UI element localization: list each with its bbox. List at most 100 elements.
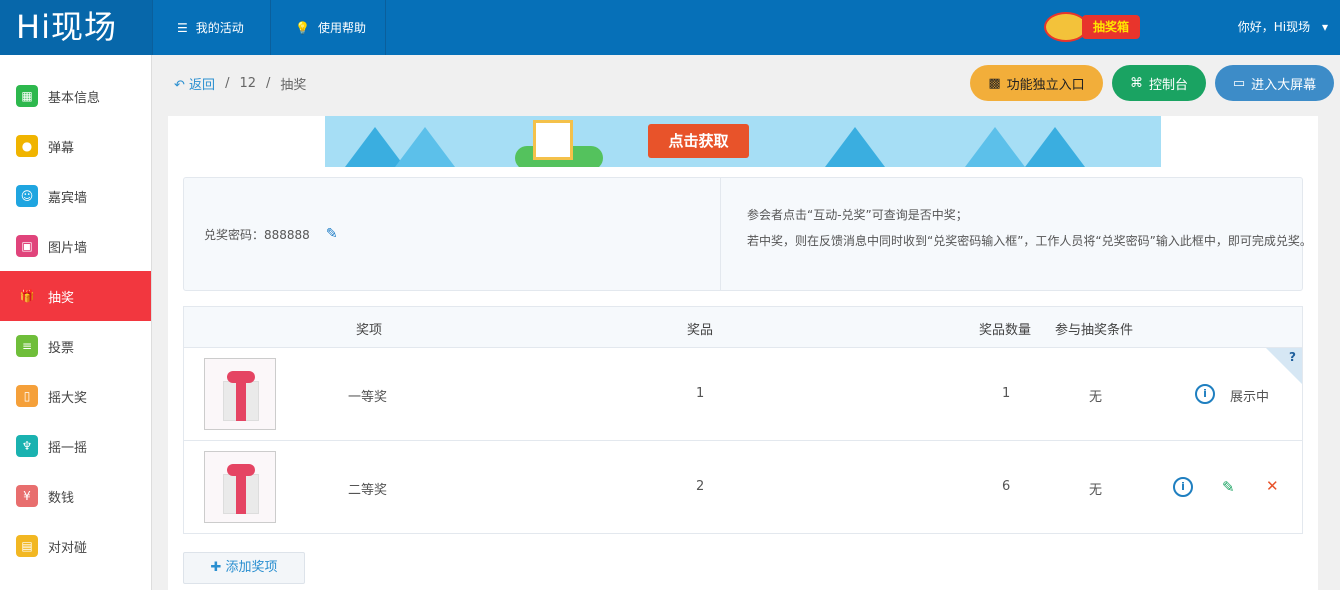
- command-icon: ⌘: [1129, 75, 1143, 91]
- sidebar-item-basic-info[interactable]: ▦ 基本信息: [0, 71, 151, 121]
- plus-icon: ✚: [210, 560, 222, 575]
- sidebar-item-shake-prize[interactable]: ▯ 摇大奖: [0, 371, 151, 421]
- qrcode-icon: ▩: [988, 75, 1001, 91]
- column-header-award: 奖项: [356, 323, 383, 338]
- prize-quantity: 6: [1002, 479, 1011, 494]
- back-label: 返回: [189, 78, 216, 93]
- nav-help[interactable]: 💡 使用帮助: [270, 0, 386, 55]
- user-greeting-menu[interactable]: 你好，Hi现场 ▾: [1238, 0, 1328, 55]
- redeem-code-section: 兑奖密码：888888 ✎: [184, 178, 721, 290]
- user-icon: ☺: [16, 185, 38, 207]
- delete-x-icon[interactable]: ✕: [1266, 477, 1279, 495]
- breadcrumb-separator: /: [225, 76, 230, 91]
- column-header-condition: 参与抽奖条件: [1055, 323, 1134, 338]
- mountain-shape: [965, 127, 1025, 167]
- big-screen-button[interactable]: ▭ 进入大屏幕: [1215, 65, 1334, 101]
- bow-shape: [227, 371, 255, 383]
- content-panel: 点击获取 兑奖密码：888888 ✎ 参会者点击“互动-兑奖”可查询是否中奖； …: [168, 116, 1318, 590]
- sidebar-item-label: 弹幕: [48, 140, 75, 156]
- caret-down-icon: ▾: [1321, 20, 1328, 34]
- mountain-shape: [395, 127, 455, 167]
- list-icon: ☰: [177, 20, 188, 35]
- prize-image[interactable]: [204, 451, 276, 523]
- edit-pencil-icon[interactable]: ✎: [326, 226, 338, 242]
- sidebar-item-shake[interactable]: ♆ 摇一摇: [0, 421, 151, 471]
- ribbon-shape: [236, 474, 246, 514]
- sidebar-item-label: 摇大奖: [48, 390, 88, 406]
- sidebar-item-match[interactable]: ▤ 对对碰: [0, 521, 151, 571]
- shake-icon: ▯: [16, 385, 38, 407]
- yen-icon: ¥: [16, 485, 38, 507]
- prize-image[interactable]: [204, 358, 276, 430]
- promo-banner[interactable]: 点击获取: [325, 116, 1161, 167]
- console-button[interactable]: ⌘ 控制台: [1112, 65, 1206, 101]
- prize-condition: 无: [1089, 483, 1103, 498]
- prize-table: 奖项 奖品 奖品数量 参与抽奖条件 一等奖 1 1 无 i 展示中 ? 二等奖 …: [183, 306, 1303, 534]
- sidebar-item-danmaku[interactable]: ● 弹幕: [0, 121, 151, 171]
- monitor-icon: ▭: [1232, 75, 1246, 91]
- breadcrumb-activity-id[interactable]: 12: [239, 76, 256, 91]
- prize-box-logo[interactable]: 抽奖箱: [1040, 12, 1142, 42]
- help-question-icon[interactable]: ?: [1289, 350, 1296, 364]
- breadcrumb: ↶ 返回 / 12 / 抽奖: [174, 74, 306, 93]
- button-label: 进入大屏幕: [1251, 77, 1317, 93]
- app-logo[interactable]: Hi现场: [0, 0, 152, 55]
- nav-label: 使用帮助: [317, 21, 366, 35]
- bulb-icon: 💡: [295, 20, 310, 35]
- table-row: 二等奖 2 6 无 i ✎ ✕: [184, 441, 1302, 534]
- breadcrumb-current: 抽奖: [280, 78, 307, 93]
- grid-icon: ▦: [16, 85, 38, 107]
- column-header-quantity: 奖品数量: [979, 323, 1032, 338]
- redeem-instructions: 参会者点击“互动-兑奖”可查询是否中奖； 若中奖，则在反馈消息中同时收到“兑奖密…: [747, 202, 1312, 254]
- qrcode-icon: [533, 120, 573, 160]
- sidebar-item-guest-wall[interactable]: ☺ 嘉宾墙: [0, 171, 151, 221]
- sidebar-item-label: 投票: [48, 340, 75, 356]
- sidebar-item-photo-wall[interactable]: ▣ 图片墙: [0, 221, 151, 271]
- sidebar-item-count-money[interactable]: ¥ 数钱: [0, 471, 151, 521]
- sidebar-item-lottery[interactable]: 🎁 抽奖: [0, 271, 151, 321]
- table-row: 一等奖 1 1 无 i 展示中 ?: [184, 348, 1302, 441]
- shirt-icon: ♆: [16, 435, 38, 457]
- sidebar-item-label: 嘉宾墙: [48, 190, 88, 206]
- back-link[interactable]: ↶ 返回: [174, 74, 215, 93]
- instruction-line: 参会者点击“互动-兑奖”可查询是否中奖；: [747, 208, 968, 222]
- add-award-button[interactable]: ✚ 添加奖项: [183, 552, 305, 584]
- mountain-shape: [825, 127, 885, 167]
- prize-box-label: 抽奖箱: [1082, 15, 1140, 39]
- image-icon: ▣: [16, 235, 38, 257]
- sidebar: ▦ 基本信息 ● 弹幕 ☺ 嘉宾墙 ▣ 图片墙 🎁 抽奖 ≡ 投票 ▯ 摇大奖 …: [0, 55, 152, 590]
- mountain-shape: [1025, 127, 1085, 167]
- nav-label: 我的活动: [195, 21, 244, 35]
- sidebar-item-label: 基本信息: [48, 90, 101, 106]
- sidebar-item-label: 对对碰: [48, 540, 88, 556]
- help-corner[interactable]: [1266, 348, 1302, 384]
- get-button[interactable]: 点击获取: [648, 124, 749, 158]
- sidebar-item-label: 抽奖: [48, 290, 75, 306]
- sidebar-item-label: 摇一摇: [48, 440, 88, 456]
- info-icon[interactable]: i: [1195, 384, 1215, 404]
- button-label: 添加奖项: [225, 560, 278, 575]
- redeem-info-box: 兑奖密码：888888 ✎ 参会者点击“互动-兑奖”可查询是否中奖； 若中奖，则…: [183, 177, 1312, 291]
- column-header-prize: 奖品: [687, 323, 714, 338]
- prize-name: 2: [696, 479, 705, 494]
- prize-name: 1: [696, 386, 705, 401]
- sidebar-item-vote[interactable]: ≡ 投票: [0, 321, 151, 371]
- breadcrumb-separator: /: [266, 76, 271, 91]
- button-label: 功能独立入口: [1006, 77, 1085, 93]
- chat-icon: ●: [16, 135, 38, 157]
- award-name: 二等奖: [348, 483, 388, 498]
- top-bar: Hi现场 ☰ 我的活动 💡 使用帮助 抽奖箱 你好，Hi现场 ▾: [0, 0, 1340, 55]
- function-entry-button[interactable]: ▩ 功能独立入口: [970, 65, 1103, 101]
- redeem-code: 兑奖密码：888888: [204, 227, 310, 242]
- sidebar-item-label: 数钱: [48, 490, 75, 506]
- ribbon-shape: [236, 381, 246, 421]
- back-arrow-icon: ↶: [174, 78, 185, 93]
- button-label: 控制台: [1148, 77, 1188, 93]
- info-icon[interactable]: i: [1173, 477, 1193, 497]
- award-name: 一等奖: [348, 390, 388, 405]
- greeting-text: 你好，Hi现场: [1237, 20, 1311, 34]
- status-text: 展示中: [1230, 390, 1270, 405]
- gift-icon: 🎁: [19, 289, 35, 303]
- nav-my-activities[interactable]: ☰ 我的活动: [152, 0, 271, 55]
- edit-pencil-icon[interactable]: ✎: [1222, 478, 1235, 496]
